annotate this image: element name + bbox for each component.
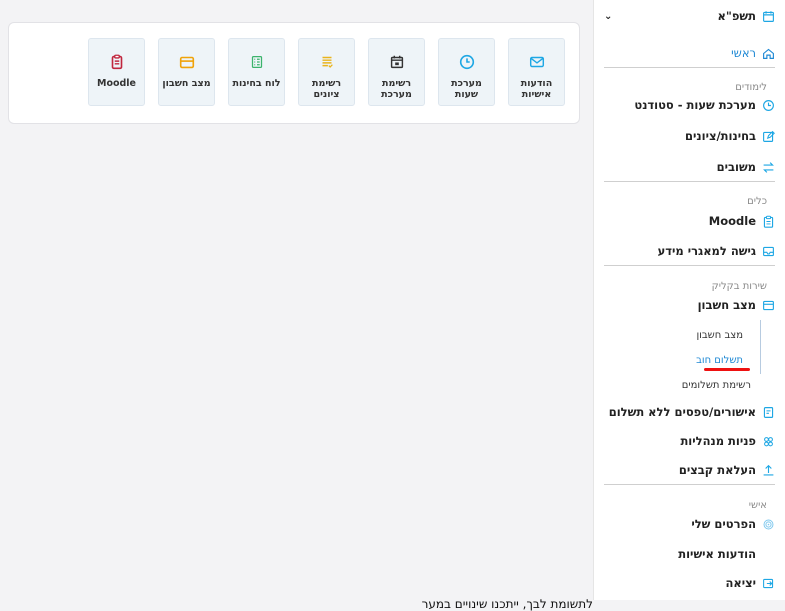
divider — [604, 484, 775, 485]
tile-label: הודעות אישיות — [520, 78, 553, 100]
sidebar-item-label: אישורים/טפסים ללא תשלום — [608, 405, 756, 419]
form-icon — [763, 406, 774, 418]
tile-label: רשימת מערכת — [381, 78, 412, 100]
sidebar-item-label: Moodle — [708, 214, 756, 228]
sidebar-item-account-status[interactable]: מצב חשבון — [698, 298, 775, 312]
clock-icon — [763, 99, 774, 111]
tile-personal-messages[interactable]: הודעות אישיות — [508, 38, 565, 106]
table-icon — [251, 55, 262, 69]
sidebar-item-label: מערכת שעות - סטודנט — [634, 98, 756, 112]
clipboard-icon — [763, 215, 774, 228]
home-icon — [763, 48, 774, 59]
clipboard-icon — [111, 54, 122, 70]
sidebar-item-label: מצב חשבון — [697, 298, 756, 312]
notice-text: לתשומת לבך, ייתכנו שינויים במער — [421, 597, 593, 611]
sidebar: תשפ"א ⌄ ראשי לימודים מערכת שעות - סטודנט… — [593, 0, 785, 600]
quick-links: הודעות אישיות מערכת שעות רשימת מערכת רשי… — [88, 38, 565, 106]
upload-icon — [763, 464, 774, 476]
submenu-rail — [760, 320, 761, 374]
sidebar-item-label: יציאה — [725, 576, 756, 590]
section-heading-click-service: שירות בקליק — [711, 281, 767, 292]
year-selector[interactable]: תשפ"א ⌄ — [604, 9, 775, 23]
tile-exam-board[interactable]: לוח בחינות — [228, 38, 285, 106]
divider — [604, 181, 775, 182]
wallet-icon — [179, 56, 194, 69]
sidebar-item-moodle[interactable]: Moodle — [709, 214, 775, 228]
sidebar-item-exams[interactable]: בחינות/ציונים — [685, 129, 775, 143]
tile-moodle[interactable]: Moodle — [88, 38, 145, 106]
tile-timetable[interactable]: מערכת שעות — [438, 38, 495, 106]
divider — [604, 265, 775, 266]
sidebar-item-label: הודעות אישיות — [678, 547, 756, 561]
mail-icon — [529, 56, 544, 68]
submenu-item-payments-list[interactable]: רשימת תשלומים — [682, 380, 751, 391]
tile-account-status[interactable]: מצב חשבון — [158, 38, 215, 106]
wallet-icon — [763, 300, 774, 310]
tile-label: לוח בחינות — [232, 78, 281, 89]
tile-grades-list[interactable]: רשימת ציונים — [298, 38, 355, 106]
section-heading-studies: לימודים — [735, 82, 767, 93]
sidebar-item-label: פניות מנהליות — [680, 434, 756, 448]
calendar-icon — [390, 55, 403, 69]
section-heading-personal: אישי — [748, 500, 767, 511]
calendar-icon — [763, 10, 774, 22]
sidebar-item-label: גישה למאגרי מידע — [657, 244, 756, 258]
divider — [604, 67, 775, 68]
clock-icon — [459, 54, 474, 70]
sidebar-item-my-details[interactable]: הפרטים שלי — [691, 517, 775, 531]
sidebar-item-upload[interactable]: העלאת קבצים — [679, 463, 775, 477]
year-label: תשפ"א — [717, 9, 756, 23]
tile-label: מצב חשבון — [162, 78, 211, 89]
sidebar-item-label: בחינות/ציונים — [685, 129, 756, 143]
sidebar-item-feedback[interactable]: משובים — [717, 160, 775, 174]
sidebar-item-approvals[interactable]: אישורים/טפסים ללא תשלום — [609, 405, 775, 419]
quick-links-card: הודעות אישיות מערכת שעות רשימת מערכת רשי… — [8, 22, 580, 124]
tile-label: מערכת שעות — [451, 78, 482, 100]
edit-icon — [763, 130, 775, 142]
users-icon — [764, 436, 773, 446]
tile-label: רשימת ציונים — [311, 78, 342, 100]
logout-icon — [763, 578, 774, 588]
tile-label: Moodle — [96, 78, 136, 89]
sidebar-item-label: העלאת קבצים — [678, 463, 756, 477]
sidebar-item-admin-requests[interactable]: פניות מנהליות — [680, 434, 775, 448]
sidebar-item-label: הפרטים שלי — [691, 517, 756, 531]
fingerprint-icon — [763, 519, 774, 529]
list-icon — [322, 56, 333, 68]
sidebar-item-home[interactable]: ראשי — [731, 46, 775, 60]
sidebar-item-personal-messages[interactable]: הודעות אישיות — [678, 547, 756, 561]
swap-icon — [763, 161, 774, 173]
chevron-down-icon: ⌄ — [604, 10, 613, 22]
submenu-item-account-status[interactable]: מצב חשבון — [696, 330, 743, 341]
submenu-item-debt-payment[interactable]: תשלום חוב — [696, 355, 743, 366]
sidebar-item-logout[interactable]: יציאה — [725, 576, 775, 590]
sidebar-item-databases[interactable]: גישה למאגרי מידע — [658, 244, 775, 258]
highlight-underline — [704, 368, 750, 371]
inbox-icon — [763, 246, 774, 256]
sidebar-item-label: ראשי — [731, 46, 756, 60]
sidebar-item-label: משובים — [716, 160, 756, 174]
sidebar-item-timetable[interactable]: מערכת שעות - סטודנט — [634, 98, 775, 112]
section-heading-tools: כלים — [747, 196, 767, 207]
tile-schedule-list[interactable]: רשימת מערכת — [368, 38, 425, 106]
